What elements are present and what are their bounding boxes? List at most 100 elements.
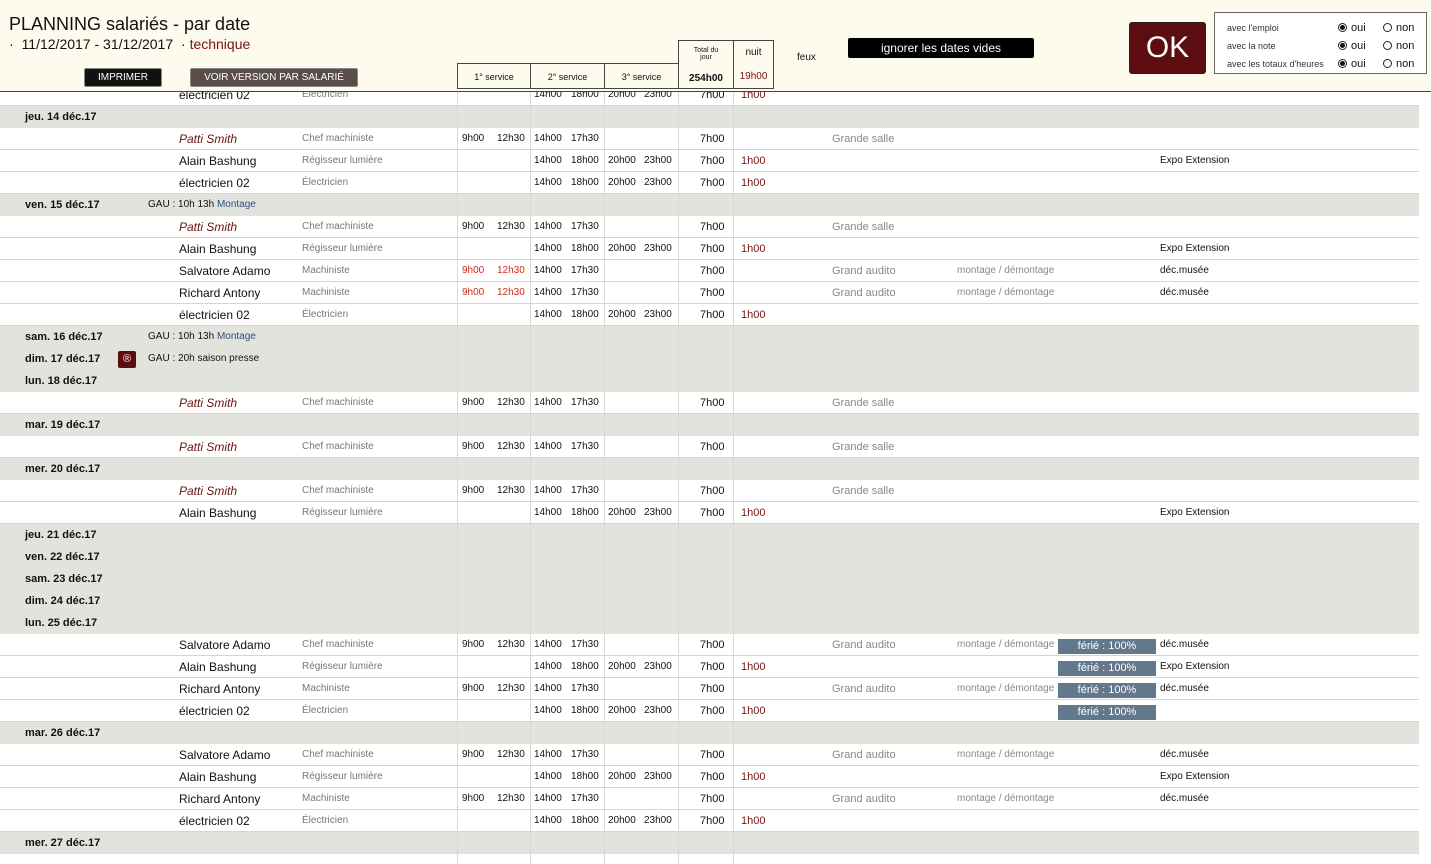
day-total: 7h00 [700, 485, 725, 497]
print-button[interactable]: IMPRIMER [84, 68, 162, 87]
service-time: 20h00 [608, 815, 636, 826]
date-label: jeu. 21 déc.17 [25, 529, 97, 541]
assignment-note: déc.musée [1160, 287, 1209, 298]
employee-name[interactable]: Richard Antony [179, 682, 260, 696]
service-time: 14h00 [534, 133, 562, 144]
assignment-note: déc.musée [1160, 265, 1209, 276]
service-time: 18h00 [571, 771, 599, 782]
day-total: 7h00 [700, 155, 725, 167]
view-by-employee-button[interactable]: VOIR VERSION PAR SALARIÉ [190, 68, 358, 87]
night-hours: 1h00 [741, 661, 766, 673]
activity: montage / démontage [957, 683, 1055, 694]
employee-job: Chef machiniste [302, 397, 374, 408]
employee-job: Machiniste [302, 793, 350, 804]
day-note-text: GAU : 10h 13h [148, 199, 215, 210]
service-time: 20h00 [608, 177, 636, 188]
night-total-value: 19h00 [739, 71, 768, 82]
service-time: 20h00 [608, 771, 636, 782]
service-time: 12h30 [497, 221, 525, 232]
employee-name[interactable]: Alain Bashung [179, 154, 256, 168]
venue: Grand audito [832, 749, 896, 761]
employee-name[interactable]: Alain Bashung [179, 242, 256, 256]
day-total: 7h00 [700, 287, 725, 299]
day-total: 7h00 [700, 309, 725, 321]
option-label-job: avec l'emploi [1227, 23, 1279, 33]
employee-name[interactable]: Salvatore Adamo [179, 748, 270, 762]
employee-name[interactable]: Salvatore Adamo [179, 638, 270, 652]
employee-name[interactable]: électricien 02 [179, 176, 250, 190]
employee-name[interactable]: électricien 02 [179, 308, 250, 322]
option-totals-yes-radio[interactable]: oui [1338, 58, 1366, 70]
service-time: 14h00 [534, 177, 562, 188]
employee-name[interactable]: Alain Bashung [179, 506, 256, 520]
service-time: 12h30 [497, 397, 525, 408]
night-hours: 1h00 [741, 507, 766, 519]
service-time: 18h00 [571, 155, 599, 166]
employee-job: Électricien [302, 815, 349, 826]
row-end-gap [1419, 546, 1431, 568]
day-total: 7h00 [700, 441, 725, 453]
option-note-yes-radio[interactable]: oui [1338, 40, 1366, 52]
date-row: jeu. 21 déc.17 [0, 524, 1431, 546]
employee-name[interactable]: Patti Smith [179, 440, 237, 454]
employee-name[interactable]: Patti Smith [179, 132, 237, 146]
service-time: 20h00 [608, 705, 636, 716]
option-totals-no-radio[interactable]: non [1383, 58, 1414, 70]
date-label: ven. 22 déc.17 [25, 551, 100, 563]
ok-button[interactable]: OK [1129, 22, 1206, 74]
service-time: 23h00 [644, 177, 672, 188]
day-total: 7h00 [700, 221, 725, 233]
assignment-note: déc.musée [1160, 683, 1209, 694]
service-time: 17h30 [571, 221, 599, 232]
date-label: dim. 24 déc.17 [25, 595, 101, 607]
service-time: 17h30 [571, 793, 599, 804]
employee-name[interactable]: Patti Smith [179, 484, 237, 498]
employee-name[interactable]: Richard Antony [179, 286, 260, 300]
option-job-no-radio[interactable]: non [1383, 22, 1414, 34]
service2-header: 2° service [530, 63, 605, 89]
table-row: Alain Bashung Régisseur lumière 14h00 18h00… [0, 656, 1431, 678]
employee-name[interactable]: électricien 02 [179, 814, 250, 828]
table-row: Patti Smith Chef machiniste 9h00 12h30 14h00… [0, 128, 1431, 150]
service-time: 14h00 [534, 309, 562, 320]
option-note-no-radio[interactable]: non [1383, 40, 1414, 52]
option-job-yes-radio[interactable]: oui [1338, 22, 1366, 34]
row-end-gap [1419, 832, 1431, 854]
service-time: 20h00 [608, 507, 636, 518]
employee-name[interactable]: Richard Antony [179, 792, 260, 806]
day-total: 7h00 [700, 749, 725, 761]
date-row: jeu. 14 déc.17 [0, 106, 1431, 128]
employee-name[interactable]: Alain Bashung [179, 770, 256, 784]
date-row: mer. 27 déc.17 [0, 832, 1431, 854]
day-note-kind: Montage [216, 331, 256, 342]
service-time: 12h30 [497, 683, 525, 694]
employee-name[interactable]: Alain Bashung [179, 660, 256, 674]
ignore-empty-dates-button[interactable]: ignorer les dates vides [848, 38, 1034, 58]
table-row: électricien 02 Électricien 14h00 18h00 20h00… [0, 700, 1431, 722]
day-note: GAU : 10h 13h Montage [148, 331, 256, 342]
table-row: Richard Antony Machiniste 9h00 12h30 14h00 17… [0, 788, 1431, 810]
assignment-note: Expo Extension [1160, 771, 1230, 782]
service-time: 17h30 [571, 397, 599, 408]
day-total: 7h00 [700, 639, 725, 651]
employee-job: Machiniste [302, 265, 350, 276]
employee-job: Régisseur lumière [302, 155, 383, 166]
employee-name[interactable]: Patti Smith [179, 220, 237, 234]
employee-name[interactable]: Salvatore Adamo [179, 264, 270, 278]
employee-name[interactable]: électricien 02 [179, 704, 250, 718]
table-row: Salvatore Adamo Chef machiniste 9h00 12h30 1… [0, 744, 1431, 766]
service-time: 14h00 [534, 749, 562, 760]
service-time: 18h00 [571, 309, 599, 320]
night-label: nuit [745, 47, 762, 58]
day-total: 7h00 [700, 397, 725, 409]
reserved-badge-icon[interactable]: ® [118, 351, 136, 368]
day-note-text: GAU : 20h saison presse [148, 353, 260, 364]
daily-total-label: Total du jour [693, 47, 719, 61]
date-row: sam. 16 déc.17 GAU : 10h 13h Montage [0, 326, 1431, 348]
venue: Grand audito [832, 265, 896, 277]
employee-name[interactable]: Patti Smith [179, 396, 237, 410]
assignment-note: déc.musée [1160, 793, 1209, 804]
column-divider [604, 84, 605, 864]
holiday-badge: férié : 100% [1058, 683, 1156, 698]
period-range: 11/12/2017 - 31/12/2017 [21, 36, 174, 52]
